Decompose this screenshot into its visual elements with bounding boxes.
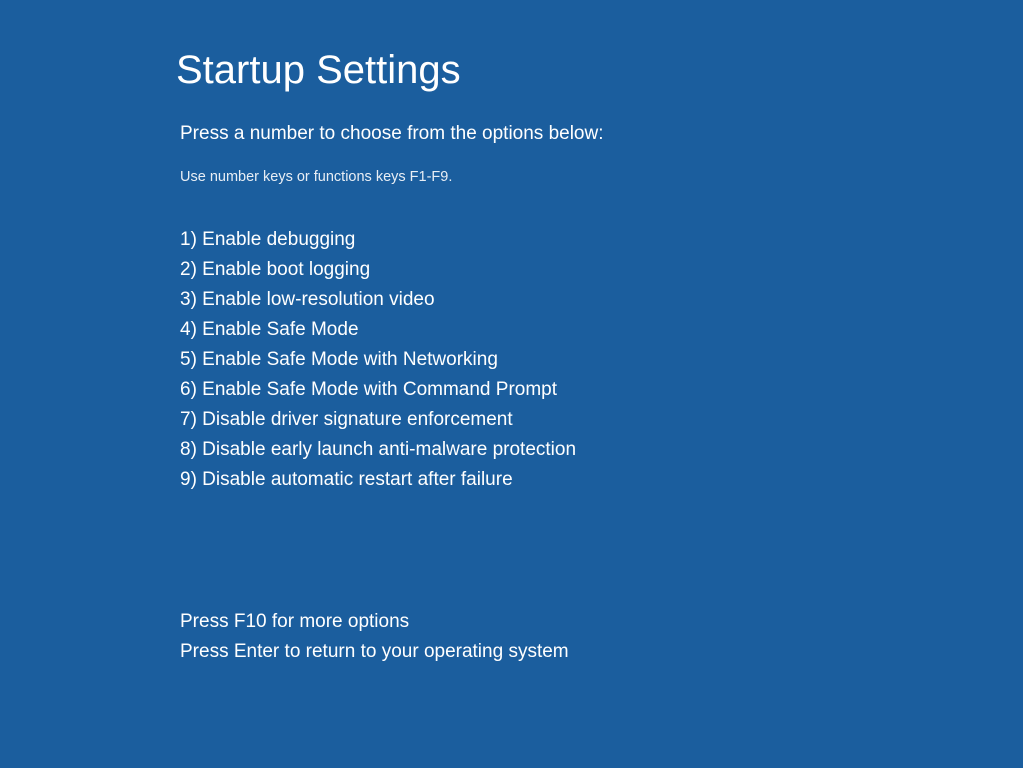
option-1-enable-debugging[interactable]: 1) Enable debugging — [180, 225, 1023, 255]
option-9-disable-automatic-restart[interactable]: 9) Disable automatic restart after failu… — [180, 465, 1023, 495]
option-2-enable-boot-logging[interactable]: 2) Enable boot logging — [180, 255, 1023, 285]
option-6-enable-safe-mode-command-prompt[interactable]: 6) Enable Safe Mode with Command Prompt — [180, 375, 1023, 405]
return-hint: Press Enter to return to your operating … — [180, 637, 1023, 667]
footer-instructions: Press F10 for more options Press Enter t… — [176, 607, 1023, 667]
option-3-enable-low-resolution-video[interactable]: 3) Enable low-resolution video — [180, 285, 1023, 315]
option-7-disable-driver-signature-enforcement[interactable]: 7) Disable driver signature enforcement — [180, 405, 1023, 435]
option-8-disable-early-launch-anti-malware[interactable]: 8) Disable early launch anti-malware pro… — [180, 435, 1023, 465]
options-list: 1) Enable debugging 2) Enable boot loggi… — [176, 225, 1023, 495]
option-4-enable-safe-mode[interactable]: 4) Enable Safe Mode — [180, 315, 1023, 345]
instruction-text: Press a number to choose from the option… — [176, 123, 1023, 145]
hint-text: Use number keys or functions keys F1-F9. — [176, 169, 1023, 185]
startup-settings-screen: Startup Settings Press a number to choos… — [0, 0, 1023, 667]
option-5-enable-safe-mode-networking[interactable]: 5) Enable Safe Mode with Networking — [180, 345, 1023, 375]
more-options-hint: Press F10 for more options — [180, 607, 1023, 637]
page-title: Startup Settings — [176, 48, 1023, 93]
